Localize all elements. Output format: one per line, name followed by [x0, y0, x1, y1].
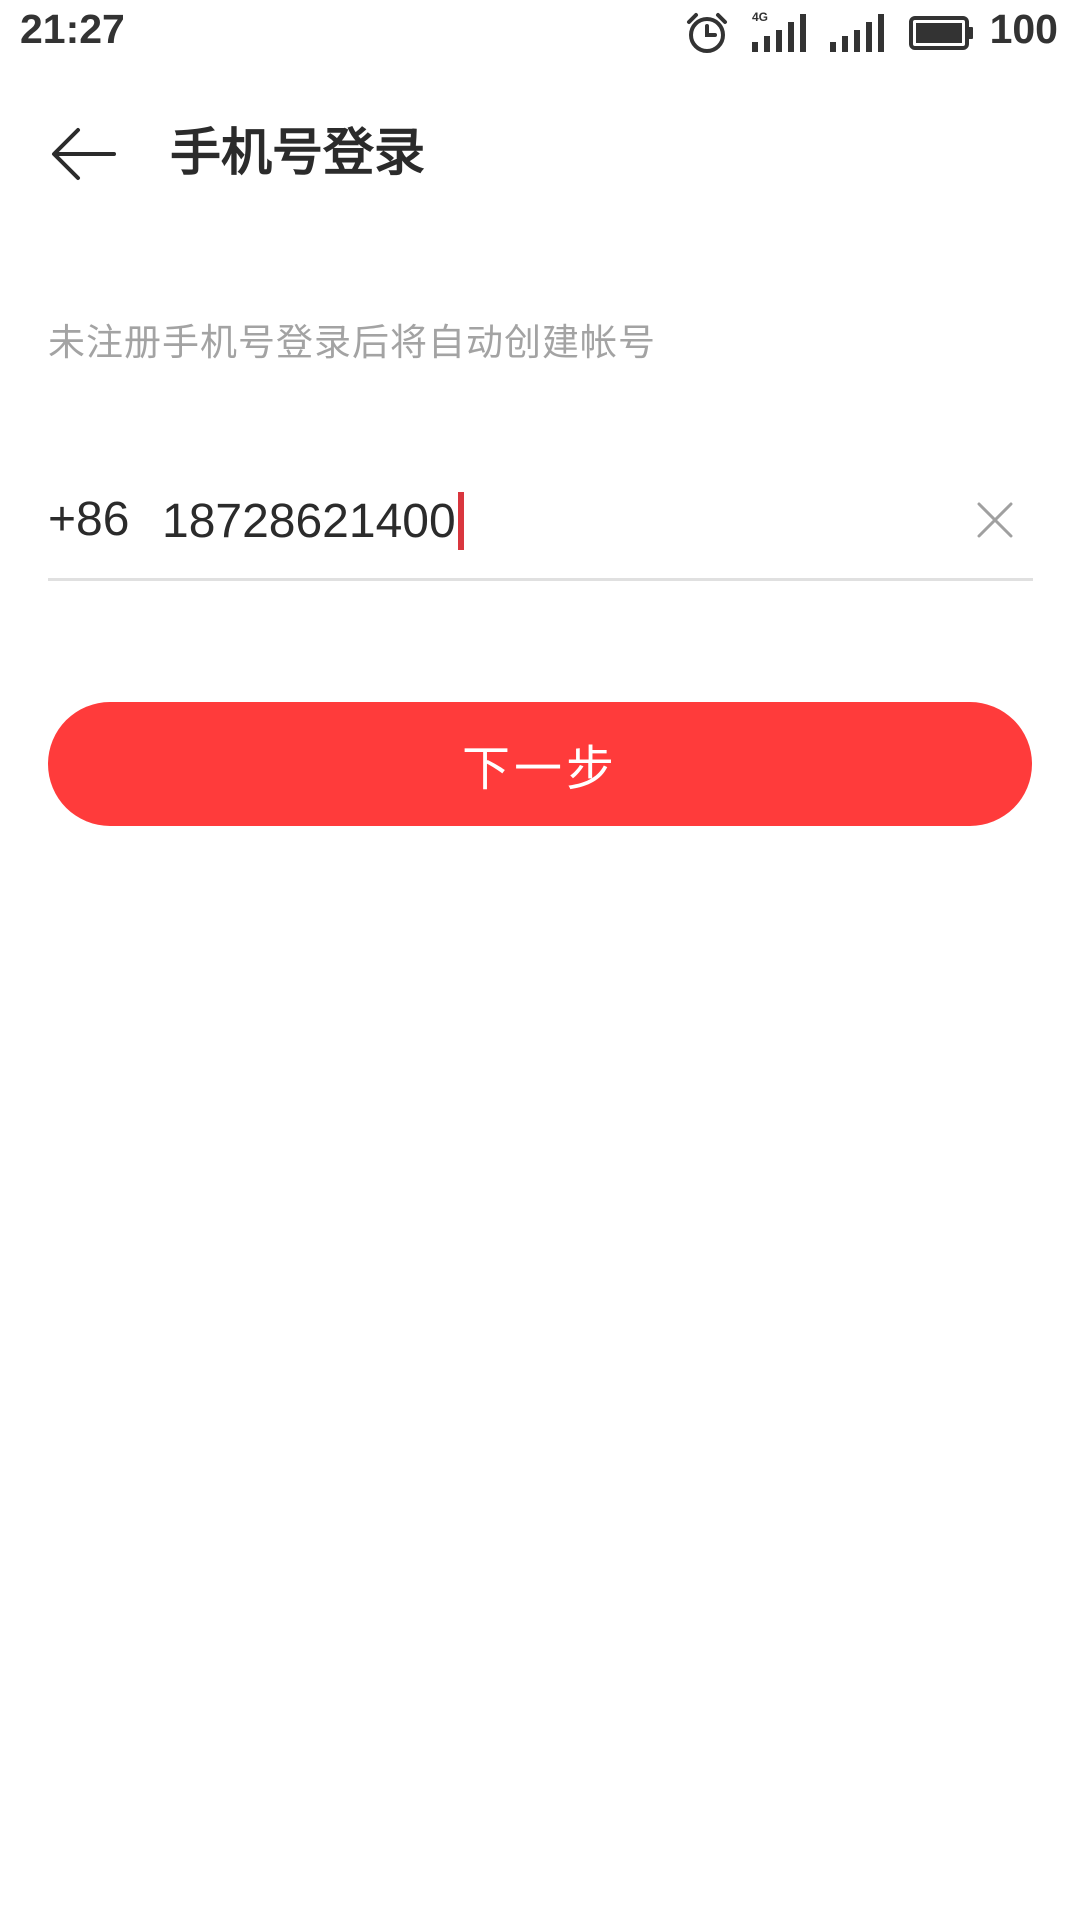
signal-icon: [830, 14, 884, 52]
network-label: 4G: [752, 10, 768, 24]
clear-input-button[interactable]: [965, 490, 1025, 550]
close-icon: [977, 502, 1013, 538]
signup-hint: 未注册手机号登录后将自动创建帐号: [48, 321, 656, 364]
page-title: 手机号登录: [170, 124, 426, 183]
login-screen: 21:27 4G 100 手机号登录 未注册手机号登录后将自动创建帐号 +86 …: [0, 0, 1080, 1920]
battery-icon: [909, 16, 973, 50]
title-bar: 手机号登录: [0, 80, 1080, 210]
signal-4g-icon: 4G: [752, 10, 806, 52]
status-bar: 21:27 4G 100: [0, 0, 1080, 66]
phone-input-row[interactable]: +86 18728621400: [48, 478, 1033, 581]
back-button[interactable]: [40, 110, 128, 198]
battery-level: 100: [989, 6, 1058, 52]
phone-value: 18728621400: [162, 494, 456, 548]
text-caret: [457, 492, 464, 550]
status-time: 21:27: [20, 6, 125, 52]
next-step-button[interactable]: 下一步: [48, 702, 1032, 826]
phone-input[interactable]: 18728621400: [162, 492, 464, 550]
back-arrow-icon: [52, 128, 116, 180]
alarm-icon: [687, 13, 727, 53]
country-code[interactable]: +86: [48, 492, 129, 547]
